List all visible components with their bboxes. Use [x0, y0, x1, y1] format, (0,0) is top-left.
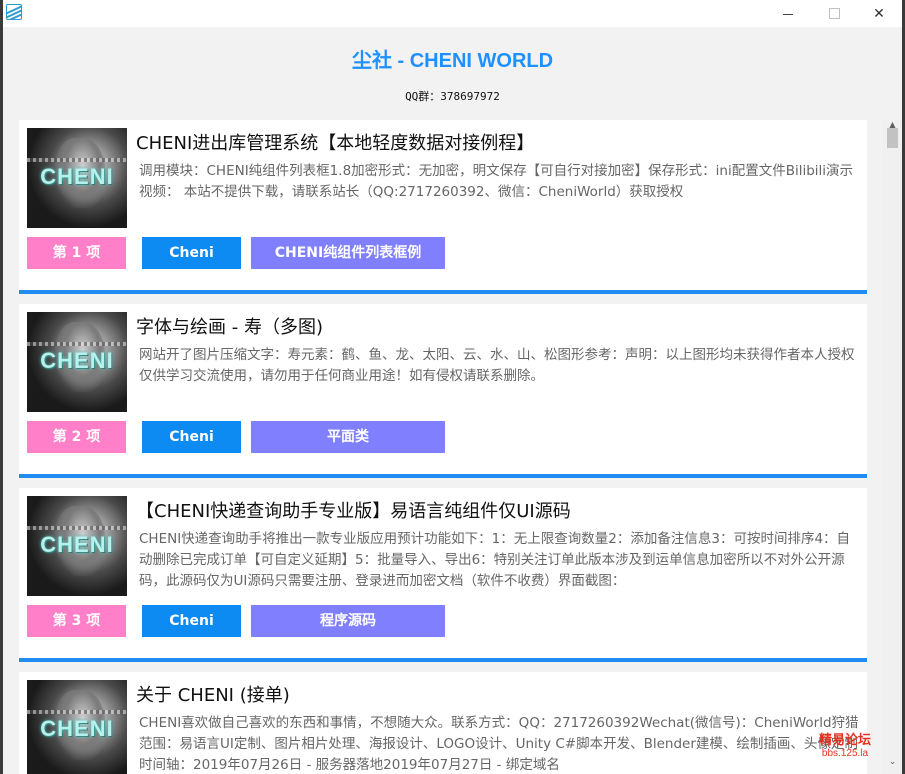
watermark-url: bbs.125.la: [821, 748, 869, 759]
vertical-scrollbar[interactable]: ▲ ⌄: [883, 120, 902, 774]
watermark-title: 精易论坛: [819, 733, 872, 748]
page-title: 尘社 - CHENI WORLD: [351, 50, 554, 72]
minimize-button[interactable]: [765, 0, 811, 27]
item-index-badge: 第 3 项: [27, 605, 126, 637]
item-divider: [19, 658, 867, 662]
thumbnail-logo: CHENI: [40, 164, 114, 189]
item-divider: [19, 474, 867, 478]
item-index-badge: 第 1 项: [27, 237, 126, 269]
maximize-button[interactable]: [811, 0, 857, 27]
close-icon: ✕: [873, 5, 885, 22]
item-thumbnail[interactable]: CHENI: [27, 496, 127, 596]
item-description: CHENI喜欢做自己喜欢的东西和事情，不想随大众。联系方式：QQ：2717260…: [139, 715, 859, 773]
close-button[interactable]: ✕: [856, 0, 902, 27]
thumbnail-logo: CHENI: [40, 348, 114, 373]
title-bar[interactable]: ✕: [3, 0, 902, 27]
forum-watermark: 精易论坛 bbs.125.la: [819, 734, 871, 760]
item-title[interactable]: 【CHENI快递查询助手专业版】易语言纯组件仅UI源码: [136, 497, 571, 523]
item-author-tag[interactable]: Cheni: [142, 421, 241, 453]
item-thumbnail[interactable]: CHENI: [27, 312, 127, 412]
item-description: 调用模块：CHENI纯组件列表框1.8加密形式：无加密，明文保存【可自行对接加密…: [139, 163, 854, 200]
scroll-down-icon[interactable]: ⌄: [883, 756, 902, 768]
item-index-badge: 第 2 项: [27, 421, 126, 453]
maximize-icon: [828, 8, 840, 19]
app-window: ✕ 尘社 - CHENI WORLD QQ群：378697972 CHENI C…: [3, 0, 902, 774]
thumbnail-logo: CHENI: [40, 716, 114, 741]
item-description: CHENI快递查询助手将推出一款专业版应用预计功能如下：1：无上限查询数量2：添…: [139, 531, 851, 589]
list-item[interactable]: CHENI 【CHENI快递查询助手专业版】易语言纯组件仅UI源码 CHENI快…: [19, 488, 867, 658]
qq-group-label: QQ群：378697972: [405, 90, 500, 103]
item-divider: [19, 290, 867, 294]
item-author-tag[interactable]: Cheni: [142, 237, 241, 269]
list-item[interactable]: CHENI 字体与绘画 - 寿（多图) 网站开了图片压缩文字：寿元素：鹤、鱼、龙…: [19, 304, 867, 474]
minimize-icon: [783, 14, 793, 15]
item-title[interactable]: CHENI进出库管理系统【本地轻度数据对接例程】: [136, 129, 534, 155]
item-category-tag[interactable]: CHENI纯组件列表框例: [251, 237, 445, 269]
item-title[interactable]: 字体与绘画 - 寿（多图): [136, 313, 323, 339]
item-thumbnail[interactable]: CHENI: [27, 128, 127, 228]
item-title[interactable]: 关于 CHENI (接单): [136, 681, 290, 707]
item-category-tag[interactable]: 程序源码: [251, 605, 445, 637]
item-category-tag[interactable]: 平面类: [251, 421, 445, 453]
list-item[interactable]: CHENI 关于 CHENI (接单) CHENI喜欢做自己喜欢的东西和事情，不…: [19, 672, 867, 774]
item-thumbnail[interactable]: CHENI: [27, 680, 127, 774]
thumbnail-logo: CHENI: [40, 532, 114, 557]
list-item[interactable]: CHENI CHENI进出库管理系统【本地轻度数据对接例程】 调用模块：CHEN…: [19, 120, 867, 290]
item-description: 网站开了图片压缩文字：寿元素：鹤、鱼、龙、太阳、云、水、山、松图形参考：声明：以…: [139, 347, 855, 384]
item-author-tag[interactable]: Cheni: [142, 605, 241, 637]
scrollbar-thumb[interactable]: [887, 128, 898, 148]
app-logo-icon: [6, 4, 22, 20]
